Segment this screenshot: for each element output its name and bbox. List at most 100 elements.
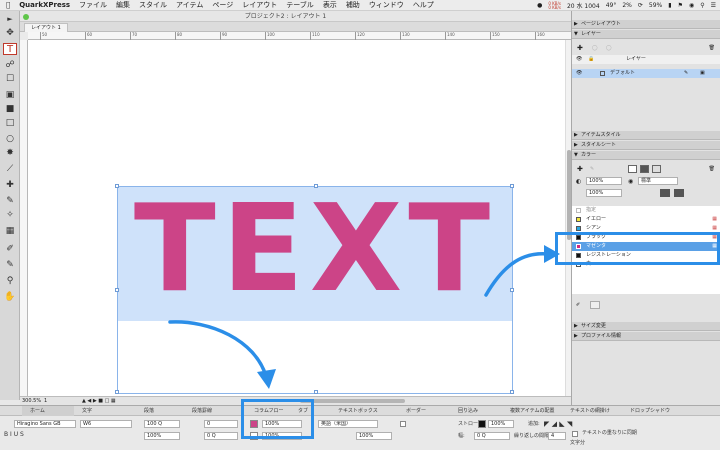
frame-mode-icon[interactable]: [628, 165, 637, 173]
resize-handle[interactable]: [314, 390, 318, 394]
background-mode-icon[interactable]: [652, 165, 661, 173]
layers-header[interactable]: ▼ レイヤー: [572, 30, 720, 39]
flag-icon[interactable]: ⚑: [678, 2, 683, 9]
stroke-shade-field[interactable]: 100%: [488, 420, 514, 428]
style-sheets-header[interactable]: ▶ スタイルシート: [572, 141, 720, 150]
menu-layout[interactable]: レイアウト: [242, 0, 277, 10]
battery-icon[interactable]: ▮: [668, 2, 671, 9]
zoom-level[interactable]: 300.5%: [22, 397, 41, 405]
add-shape-icons[interactable]: ◤ ◢ ◣ ◥: [544, 420, 572, 428]
resize-handle[interactable]: [115, 288, 119, 292]
menu-edit[interactable]: 編集: [116, 0, 130, 10]
resize-handle[interactable]: [115, 390, 119, 394]
new-color-icon[interactable]: ✚: [577, 165, 583, 174]
pen-tool-icon[interactable]: ✎: [3, 195, 17, 207]
menu-item[interactable]: アイテム: [176, 0, 203, 10]
tab-drop-shadow[interactable]: ドロップシャドウ: [622, 406, 682, 416]
item-styles-header[interactable]: ▶ アイテムスタイル: [572, 131, 720, 140]
vertical-ruler[interactable]: [20, 40, 28, 396]
zoom-window-icon[interactable]: [23, 14, 29, 20]
resize-handle[interactable]: [115, 184, 119, 188]
shade-field-a[interactable]: 100%: [586, 177, 622, 185]
starburst-icon[interactable]: ✸: [3, 147, 17, 159]
move-tool-icon[interactable]: ✥: [3, 27, 17, 39]
shade-field-b[interactable]: 100%: [586, 189, 622, 197]
menu-window[interactable]: ウィンドウ: [369, 0, 404, 10]
horizontal-scroll-thumb[interactable]: [300, 399, 405, 403]
tab-text-box[interactable]: テキストボックス: [330, 406, 398, 416]
wifi-icon[interactable]: ◉: [689, 2, 694, 9]
link-tool-icon[interactable]: ☍: [3, 59, 17, 71]
format-painter-icon[interactable]: ✎: [3, 259, 17, 271]
blend-field[interactable]: 標準: [638, 177, 678, 185]
option-checkbox[interactable]: [400, 421, 406, 427]
color-row-none[interactable]: 指定: [572, 206, 720, 215]
resize-handle[interactable]: [314, 184, 318, 188]
picture-tool-icon[interactable]: ▣: [3, 89, 17, 101]
eyedropper-icon[interactable]: ✐: [3, 243, 17, 255]
temp-display[interactable]: 49°: [606, 2, 617, 9]
page-nav-icon[interactable]: ▲ ◀ ▶ ■ □ ▦: [82, 397, 116, 405]
layout-canvas[interactable]: TEXT: [28, 40, 565, 396]
sync-icon[interactable]: ⟳: [638, 2, 643, 9]
profile-info-header[interactable]: ▶ プロファイル情報: [572, 332, 720, 341]
kerning-field[interactable]: 0 Q: [204, 432, 238, 440]
arrow-tool-icon[interactable]: ►: [3, 13, 17, 25]
tab-paragraph[interactable]: 段落: [136, 406, 184, 416]
hand-tool-icon[interactable]: ✋: [3, 291, 17, 303]
layer-merge-icon[interactable]: ◯: [606, 44, 612, 53]
resize-handle[interactable]: [510, 390, 514, 394]
orthogonal-line-icon[interactable]: ✚: [3, 179, 17, 191]
size-change-header[interactable]: ▶ サイズ変更: [572, 322, 720, 331]
tracking-field[interactable]: 0: [204, 420, 238, 428]
tab-character[interactable]: 文字: [74, 406, 136, 416]
tab-runaround[interactable]: 回り込み: [450, 406, 502, 416]
stroke-width-field[interactable]: 0 Q: [474, 432, 510, 440]
spacing-field[interactable]: 4: [548, 432, 566, 440]
color-row-yellow[interactable]: イエロー ▦: [572, 215, 720, 224]
oval-box-icon[interactable]: ○: [3, 133, 17, 145]
apple-icon[interactable]: : [6, 1, 10, 9]
tab-rules[interactable]: 段落罫線: [184, 406, 246, 416]
page-number[interactable]: 1: [44, 397, 47, 405]
search-icon[interactable]: ⚲: [700, 2, 704, 9]
text-mode-icon[interactable]: [640, 165, 649, 173]
line-tool-icon[interactable]: ⟋: [3, 163, 17, 175]
scale-field[interactable]: 100%: [144, 432, 180, 440]
text-style-icons[interactable]: B I U S: [4, 431, 24, 439]
new-layer-icon[interactable]: ✚: [577, 44, 583, 53]
edit-pencil-icon[interactable]: ✎: [684, 69, 688, 78]
font-size-field[interactable]: 100 Q: [144, 420, 180, 428]
edit-color-icon[interactable]: ✎: [590, 165, 594, 174]
battery-display[interactable]: 59%: [649, 2, 662, 9]
unlink-tool-icon[interactable]: ☐: [3, 73, 17, 85]
baseline-field[interactable]: 100%: [356, 432, 392, 440]
gradient-icon[interactable]: [660, 189, 670, 197]
menu-help[interactable]: ヘルプ: [413, 0, 434, 10]
table-tool-icon[interactable]: ▦: [3, 225, 17, 237]
layer-row-default[interactable]: 👁 デフォルト ✎ ▣: [572, 69, 720, 78]
menu-view[interactable]: 表示: [323, 0, 337, 10]
font-weight-field[interactable]: W6: [80, 420, 132, 428]
layer-option-icon[interactable]: ◯: [592, 44, 598, 53]
menu-page[interactable]: ページ: [212, 0, 233, 10]
tab-space-align[interactable]: 複数アイテムの配置: [502, 406, 562, 416]
control-center-icon[interactable]: ☰: [711, 2, 716, 9]
resize-handle[interactable]: [510, 288, 514, 292]
page-layout-header[interactable]: ▶ ページレイアウト: [572, 20, 720, 29]
menu-table[interactable]: テーブル: [286, 0, 314, 10]
add-point-icon[interactable]: ✧: [3, 209, 17, 221]
zoom-tool-icon[interactable]: ⚲: [3, 275, 17, 287]
date-display[interactable]: 20 水 1004: [567, 1, 600, 10]
menu-file[interactable]: ファイル: [79, 0, 107, 10]
menu-style[interactable]: スタイル: [139, 0, 167, 10]
tab-home[interactable]: ホーム: [22, 406, 74, 416]
ruler-origin[interactable]: [20, 32, 28, 40]
colors-header[interactable]: ▼ カラー: [572, 151, 720, 160]
layer-link-icon[interactable]: ▣: [700, 69, 705, 78]
tab-border[interactable]: ボーダー: [398, 406, 450, 416]
visibility-icon[interactable]: 👁: [576, 69, 582, 78]
gradient-reverse-icon[interactable]: [674, 189, 684, 197]
delete-color-icon[interactable]: 🗑: [709, 165, 715, 174]
horizontal-ruler[interactable]: 50 60 70 80 90 100 110 120 130 140 150 160: [28, 32, 571, 40]
